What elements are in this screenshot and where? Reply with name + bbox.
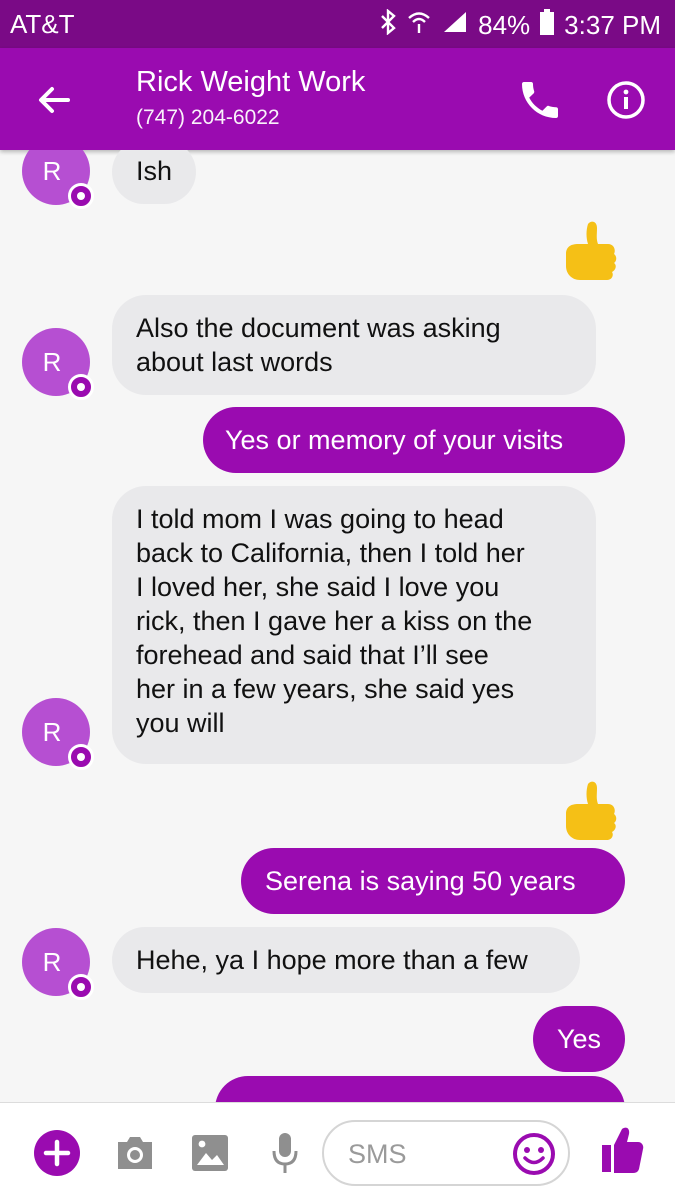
- carrier-label: AT&T: [10, 9, 75, 39]
- outgoing-message[interactable]: Yes: [533, 1006, 625, 1072]
- incoming-message[interactable]: Ish: [112, 150, 197, 204]
- back-arrow-icon[interactable]: [30, 76, 78, 124]
- composer-bar: [0, 1102, 675, 1201]
- messenger-badge-icon: [68, 183, 94, 209]
- avatar-letter: R: [42, 346, 62, 377]
- clock: 3:37 PM: [564, 10, 661, 40]
- conversation-header: Rick Weight Work (747) 204-6022: [0, 48, 675, 150]
- plus-icon[interactable]: [34, 1130, 80, 1181]
- avatar[interactable]: R: [22, 150, 94, 209]
- incoming-message[interactable]: I told mom I was going to head back to C…: [112, 486, 596, 764]
- status-right: 84% 3:37 PM: [380, 8, 661, 42]
- emoji-icon[interactable]: [512, 1132, 556, 1181]
- avatar[interactable]: R: [22, 328, 94, 400]
- like-icon[interactable]: [560, 220, 620, 289]
- outgoing-message[interactable]: Serena is saying 50 years: [241, 848, 625, 914]
- battery-percent: 84%: [478, 10, 531, 40]
- avatar-letter: R: [42, 155, 62, 186]
- message-list[interactable]: R Ish R Also the document was asking abo…: [0, 150, 675, 1102]
- avatar[interactable]: R: [22, 698, 94, 770]
- incoming-message[interactable]: Also the document was asking about last …: [112, 295, 596, 395]
- signal-icon: [442, 10, 468, 41]
- status-bar: AT&T 84% 3:37 PM: [0, 0, 675, 48]
- messenger-badge-icon: [68, 374, 94, 400]
- contact-name: Rick Weight Work: [136, 66, 366, 98]
- gallery-icon[interactable]: [190, 1133, 230, 1178]
- info-icon[interactable]: [602, 76, 650, 124]
- phone-icon[interactable]: [516, 76, 564, 124]
- like-icon[interactable]: [560, 780, 620, 849]
- messenger-badge-icon: [68, 744, 94, 770]
- avatar-letter: R: [42, 716, 62, 747]
- message-input[interactable]: [346, 1136, 510, 1172]
- like-send-icon[interactable]: [600, 1125, 644, 1180]
- contact-phone: (747) 204-6022: [136, 106, 280, 129]
- avatar[interactable]: R: [22, 928, 94, 1000]
- incoming-message[interactable]: Hehe, ya I hope more than a few: [112, 927, 580, 993]
- mic-icon[interactable]: [270, 1131, 300, 1180]
- outgoing-message[interactable]: Yes or memory of your visits: [203, 407, 625, 473]
- messenger-badge-icon: [68, 974, 94, 1000]
- camera-icon[interactable]: [114, 1134, 156, 1177]
- wifi-calling-icon: [406, 9, 432, 42]
- battery-icon: [540, 9, 555, 42]
- avatar-letter: R: [42, 946, 62, 977]
- outgoing-message-partial[interactable]: [215, 1076, 625, 1102]
- message-input-container[interactable]: [322, 1120, 570, 1186]
- bluetooth-icon: [380, 8, 396, 42]
